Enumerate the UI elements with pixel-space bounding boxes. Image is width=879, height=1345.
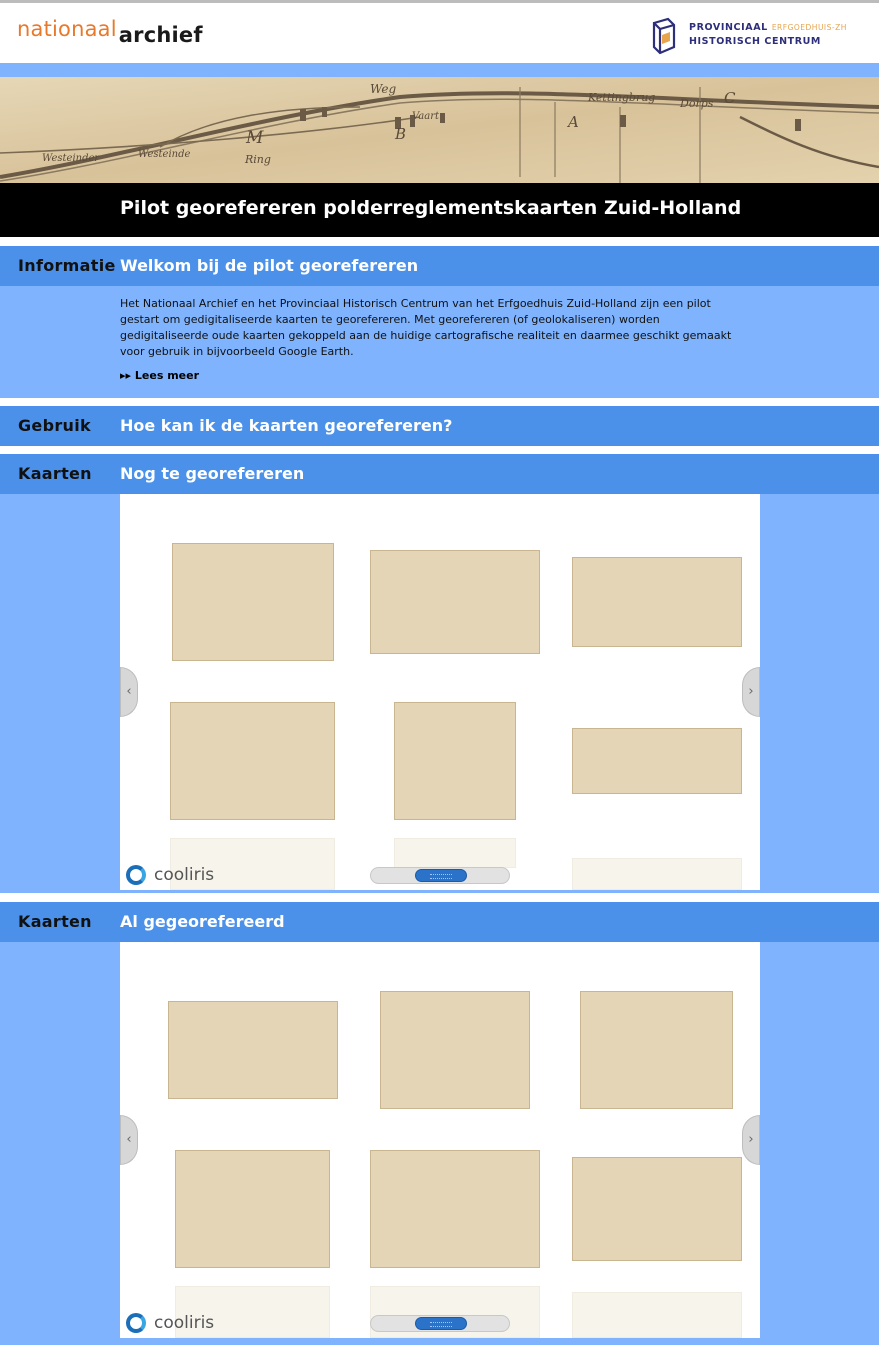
wall-prev-button[interactable]: ‹ bbox=[120, 1115, 138, 1165]
info-section-title: Welkom bij de pilot georefereren bbox=[120, 256, 419, 275]
wall-scrollbar[interactable] bbox=[370, 1315, 510, 1332]
wall-scrollbar[interactable] bbox=[370, 867, 510, 884]
section-gap bbox=[0, 237, 879, 246]
map-thumbnail[interactable] bbox=[172, 543, 334, 661]
map-word-westeinder: Westeinder bbox=[42, 153, 100, 164]
historic-map-banner: Weg Vaart Kettingbrug Dorps Westeinder W… bbox=[0, 77, 879, 183]
maps-done-title: Al gegeorefereerd bbox=[120, 912, 285, 931]
wall-prev-button[interactable]: ‹ bbox=[120, 667, 138, 717]
page-title: Pilot georefereren polderreglementskaart… bbox=[120, 197, 742, 219]
maps-todo-section-header: Kaarten Nog te georefereren bbox=[0, 454, 879, 494]
map-thumbnail-reflection bbox=[572, 858, 742, 890]
map-thumbnail[interactable] bbox=[394, 702, 516, 820]
chevron-right-icon: › bbox=[748, 1132, 754, 1147]
site-header: nationaalarchief PROVINCIAAL ERFGOEDHUIS-… bbox=[0, 3, 879, 63]
map-word-kettingbrug: Kettingbrug bbox=[587, 91, 655, 104]
map-thumbnail[interactable] bbox=[572, 557, 742, 647]
read-more-link[interactable]: ▸▸ Lees meer bbox=[120, 369, 199, 382]
info-section-label: Informatie bbox=[18, 256, 116, 275]
read-more-label: Lees meer bbox=[134, 369, 200, 382]
nationaal-archief-logo[interactable]: nationaalarchief bbox=[17, 17, 203, 47]
svg-text:M: M bbox=[245, 128, 264, 148]
svg-text:B: B bbox=[394, 125, 406, 143]
double-arrow-icon: ▸▸ bbox=[120, 369, 132, 382]
map-thumbnail-reflection bbox=[572, 1292, 742, 1338]
logo-text-nationaal: nationaal bbox=[17, 17, 117, 41]
cooliris-ring-icon bbox=[126, 865, 146, 885]
map-word-vaart: Vaart bbox=[412, 111, 440, 122]
usage-section-header[interactable]: Gebruik Hoe kan ik de kaarten georeferer… bbox=[0, 406, 879, 446]
header-divider-band bbox=[0, 63, 879, 77]
map-thumbnail[interactable] bbox=[572, 1157, 742, 1261]
maps-todo-wall-area: ‹ › cooliris bbox=[0, 494, 879, 893]
phc-building-icon bbox=[652, 17, 676, 55]
cooliris-wall-done[interactable]: ‹ › cooliris bbox=[120, 942, 760, 1338]
section-gap bbox=[0, 398, 879, 406]
map-thumbnail-reflection bbox=[394, 838, 516, 868]
map-thumbnail[interactable] bbox=[175, 1150, 330, 1268]
map-thumbnail[interactable] bbox=[170, 702, 335, 820]
maps-done-label: Kaarten bbox=[18, 912, 92, 931]
page-title-bar: Pilot georefereren polderreglementskaart… bbox=[0, 183, 879, 237]
map-word-ring: Ring bbox=[244, 153, 271, 166]
wall-next-button[interactable]: › bbox=[742, 1115, 760, 1165]
logo-text-archief: archief bbox=[118, 23, 203, 47]
info-section-header: Informatie Welkom bij de pilot georefere… bbox=[0, 246, 879, 286]
map-word-dorps: Dorps bbox=[679, 97, 714, 110]
map-thumbnail[interactable] bbox=[572, 728, 742, 794]
usage-section-label: Gebruik bbox=[18, 416, 91, 435]
section-gap bbox=[0, 446, 879, 454]
partner-name-line1: PROVINCIAAL ERFGOEDHUIS-ZH bbox=[689, 22, 847, 33]
map-thumbnail[interactable] bbox=[380, 991, 530, 1109]
map-word-westeinde: Westeinde bbox=[138, 149, 190, 160]
cooliris-brand-text: cooliris bbox=[154, 1313, 215, 1333]
partner-name-line2: HISTORISCH CENTRUM bbox=[689, 36, 821, 47]
partner-subtitle: ERFGOEDHUIS-ZH bbox=[771, 23, 847, 32]
wall-scroll-thumb[interactable] bbox=[415, 1317, 467, 1330]
chevron-right-icon: › bbox=[748, 684, 754, 699]
info-intro-text: Het Nationaal Archief en het Provinciaal… bbox=[120, 297, 732, 358]
maps-todo-label: Kaarten bbox=[18, 464, 92, 483]
svg-text:A: A bbox=[566, 113, 579, 131]
map-thumbnail[interactable] bbox=[370, 1150, 540, 1268]
chevron-left-icon: ‹ bbox=[126, 684, 132, 699]
usage-section-title[interactable]: Hoe kan ik de kaarten georefereren? bbox=[120, 416, 452, 435]
info-section-body: Het Nationaal Archief en het Provinciaal… bbox=[0, 286, 879, 398]
map-thumbnail[interactable] bbox=[370, 550, 540, 654]
maps-done-wall-area: ‹ › cooliris bbox=[0, 942, 879, 1345]
banner-map-image: Weg Vaart Kettingbrug Dorps Westeinder W… bbox=[0, 77, 879, 183]
maps-done-section-header: Kaarten Al gegeorefereerd bbox=[0, 902, 879, 942]
svg-text:C: C bbox=[724, 89, 736, 107]
section-gap bbox=[0, 893, 879, 902]
wall-scroll-thumb[interactable] bbox=[415, 869, 467, 882]
provinciaal-historisch-centrum-logo[interactable]: PROVINCIAAL ERFGOEDHUIS-ZH HISTORISCH CEN… bbox=[650, 17, 850, 57]
map-word-weg: Weg bbox=[370, 82, 396, 96]
wall-next-button[interactable]: › bbox=[742, 667, 760, 717]
maps-todo-title: Nog te georefereren bbox=[120, 464, 305, 483]
map-thumbnail[interactable] bbox=[168, 1001, 338, 1099]
cooliris-wall-todo[interactable]: ‹ › cooliris bbox=[120, 494, 760, 890]
chevron-left-icon: ‹ bbox=[126, 1132, 132, 1147]
cooliris-brand-text: cooliris bbox=[154, 865, 215, 885]
cooliris-ring-icon bbox=[126, 1313, 146, 1333]
map-thumbnail[interactable] bbox=[580, 991, 733, 1109]
